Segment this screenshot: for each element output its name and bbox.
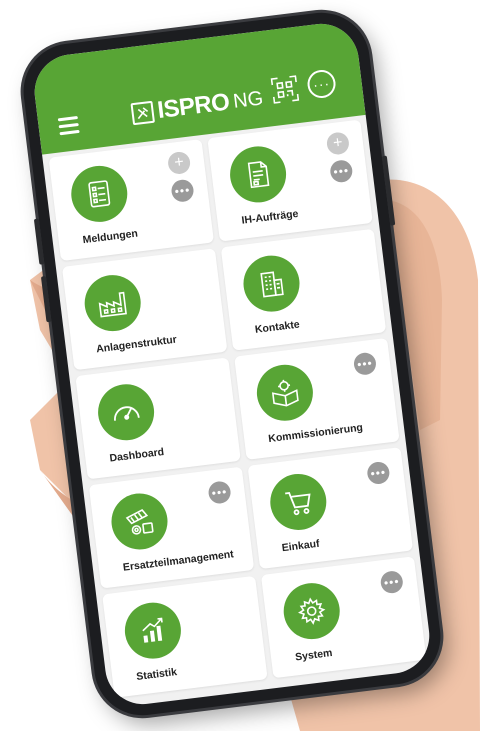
tile-ih-auftraege[interactable]: + ••• IH-Aufträge: [207, 119, 373, 242]
tile-label: Ersatzteilmanagement: [122, 548, 235, 574]
tile-label: IH-Aufträge: [240, 207, 300, 227]
checklist-icon: [68, 162, 131, 226]
logo-text: ISPRO: [155, 88, 231, 125]
tile-anlagenstruktur[interactable]: Anlagenstruktur: [61, 248, 228, 371]
kommissionierung-more-button[interactable]: •••: [352, 351, 378, 377]
ih-auftraege-more-button[interactable]: •••: [329, 158, 354, 184]
einkauf-more-button[interactable]: •••: [366, 460, 391, 486]
tile-label: Kommissionierung: [267, 421, 364, 446]
hamburger-menu-icon[interactable]: [57, 115, 80, 135]
add-meldung-button[interactable]: +: [166, 150, 192, 176]
tile-label: Einkauf: [281, 537, 321, 555]
tile-dashboard[interactable]: Dashboard: [75, 357, 241, 480]
tile-label: Statistik: [135, 666, 178, 683]
tile-kontakte[interactable]: Kontakte: [220, 228, 387, 351]
logo-suffix: NG: [231, 86, 265, 113]
tile-label: Meldungen: [82, 227, 139, 247]
more-options-icon[interactable]: ···: [305, 68, 338, 100]
tile-statistik[interactable]: Statistik: [102, 575, 268, 698]
gauge-icon: [94, 381, 158, 444]
tile-label: Anlagenstruktur: [95, 333, 178, 356]
building-icon: [240, 252, 303, 315]
logo-tools-icon: [130, 100, 156, 126]
settings-gear-icon: [280, 579, 343, 643]
spare-parts-icon: [108, 490, 171, 553]
app-logo: ISPRO NG: [130, 85, 264, 127]
meldungen-more-button[interactable]: •••: [170, 178, 195, 203]
box-gear-icon: [253, 361, 317, 424]
module-grid: + ••• Meldungen + ••• IH-Aufträge Anlage…: [48, 119, 428, 708]
tile-ersatzteilmanagement[interactable]: ••• Ersatzteilmanagement: [88, 466, 255, 589]
more-options-glyph: ···: [312, 75, 331, 93]
factory-icon: [81, 271, 144, 335]
bar-chart-icon: [121, 599, 185, 662]
tile-system[interactable]: ••• System: [260, 556, 427, 679]
tile-meldungen[interactable]: + ••• Meldungen: [48, 139, 215, 262]
tile-label: Kontakte: [254, 318, 301, 336]
ersatzteilmanagement-more-button[interactable]: •••: [207, 480, 232, 505]
qr-code-scan-icon[interactable]: [270, 75, 300, 104]
tile-einkauf[interactable]: ••• Einkauf: [247, 447, 414, 570]
shopping-cart-icon: [267, 470, 330, 534]
system-more-button[interactable]: •••: [379, 569, 405, 595]
add-auftrag-button[interactable]: +: [325, 131, 351, 156]
tile-label: Dashboard: [108, 445, 165, 465]
tile-label: System: [294, 646, 334, 664]
work-order-document-icon: [226, 143, 290, 206]
tile-kommissionierung[interactable]: ••• Kommissionierung: [234, 337, 400, 460]
app-screen: ISPRO NG ··· + ••• Meldungen + ••• IH-Au…: [30, 19, 434, 709]
